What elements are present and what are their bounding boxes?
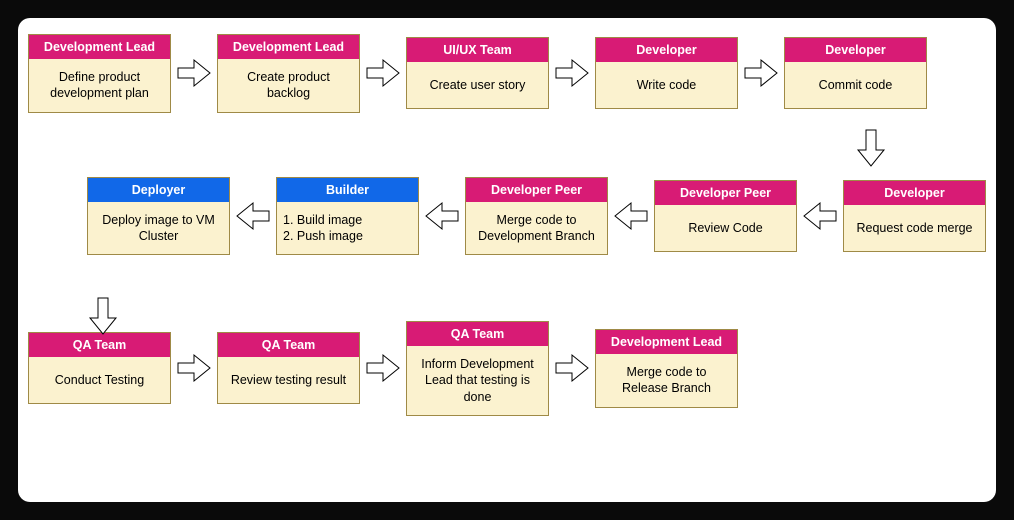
row-2: Developer Request code merge Developer P… [26,169,988,264]
task-label: Deploy image to VM Cluster [88,202,229,255]
node: UI/UX Team Create user story [406,37,549,109]
row-1: Development Lead Define product developm… [26,26,988,121]
arrow-right-icon [171,38,217,108]
task-label: Review testing result [218,357,359,403]
arrow-left-icon [797,181,843,251]
role-label: Development Lead [596,330,737,354]
task-label: Define product development plan [29,59,170,112]
diagram-canvas: Development Lead Define product developm… [18,18,996,502]
node: Developer Write code [595,37,738,109]
node: QA Team Inform Development Lead that tes… [406,321,549,416]
arrow-left-icon [230,181,276,251]
arrow-down-icon [88,294,128,340]
role-label: Builder [277,178,418,202]
node: Developer Commit code [784,37,927,109]
task-label: 1. Build image2. Push image [277,202,418,255]
arrow-right-icon [549,38,595,108]
node: Development Lead Define product developm… [28,34,171,113]
task-label: Create user story [407,62,548,108]
node: Development Lead Create product backlog [217,34,360,113]
node: Developer Peer Merge code to Development… [465,177,608,256]
role-label: Development Lead [218,35,359,59]
task-label: Review Code [655,205,796,251]
node: Builder 1. Build image2. Push image [276,177,419,256]
node: Development Lead Merge code to Release B… [595,329,738,408]
task-label: Merge code to Development Branch [466,202,607,255]
role-label: Developer [844,181,985,205]
role-label: Developer [785,38,926,62]
role-label: QA Team [218,333,359,357]
arrow-left-icon [608,181,654,251]
arrow-left-icon [419,181,465,251]
task-label: Create product backlog [218,59,359,112]
row-3: QA Team Conduct Testing QA Team Review t… [26,313,988,424]
task-label: Request code merge [844,205,985,251]
role-label: Developer [596,38,737,62]
arrow-right-icon [360,38,406,108]
arrow-right-icon [360,333,406,403]
node: Deployer Deploy image to VM Cluster [87,177,230,256]
role-label: UI/UX Team [407,38,548,62]
task-label: Conduct Testing [29,357,170,403]
role-label: Deployer [88,178,229,202]
arrow-right-icon [549,333,595,403]
role-label: Developer Peer [655,181,796,205]
task-label: Write code [596,62,737,108]
node: Developer Peer Review Code [654,180,797,252]
node: Developer Request code merge [843,180,986,252]
task-label: Merge code to Release Branch [596,354,737,407]
node: QA Team Conduct Testing [28,332,171,404]
arrow-down-icon [856,126,896,172]
node: QA Team Review testing result [217,332,360,404]
role-label: Developer Peer [466,178,607,202]
arrow-right-icon [171,333,217,403]
task-label: Commit code [785,62,926,108]
arrow-right-icon [738,38,784,108]
task-label: Inform Development Lead that testing is … [407,346,548,415]
role-label: QA Team [407,322,548,346]
role-label: Development Lead [29,35,170,59]
